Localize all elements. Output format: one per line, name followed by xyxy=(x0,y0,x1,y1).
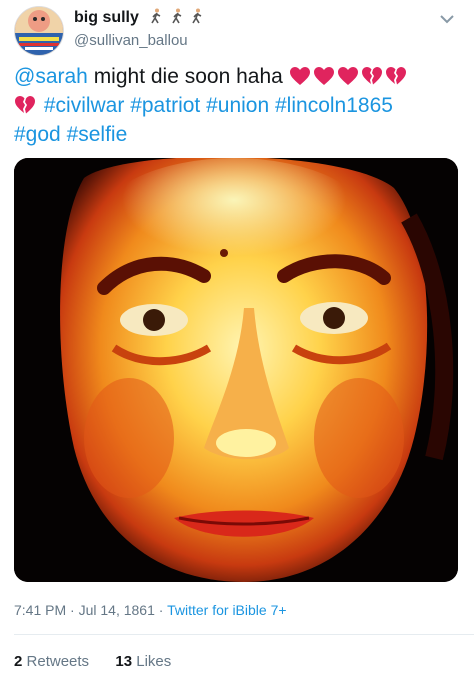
hashtag-link[interactable]: #patriot xyxy=(130,94,200,117)
man-walking-icon xyxy=(190,8,204,24)
man-walking-icon xyxy=(149,8,163,24)
retweets-stat[interactable]: 2 Retweets xyxy=(14,653,93,670)
meta-separator: · xyxy=(158,602,164,618)
chevron-down-icon[interactable] xyxy=(438,12,456,26)
tweet-body-text: might die soon haha xyxy=(87,65,289,88)
divider xyxy=(14,634,474,635)
red-heart-icon xyxy=(313,65,335,85)
name-block: big sully @sullivan_ballou xyxy=(74,8,206,51)
avatar-image xyxy=(15,7,63,55)
tweet-time[interactable]: 7:41 PM xyxy=(14,602,66,618)
user-handle[interactable]: @sullivan_ballou xyxy=(74,31,206,51)
tweet-date[interactable]: Jul 14, 1861 xyxy=(79,602,155,618)
selfie-image xyxy=(14,158,458,582)
tweet-stats: 2 Retweets 13 Likes xyxy=(14,652,171,672)
heart-emoji-row xyxy=(289,65,409,88)
tweet-photo[interactable] xyxy=(14,158,458,582)
mention-link[interactable]: @sarah xyxy=(14,65,88,88)
retweets-count: 2 xyxy=(14,653,23,670)
likes-stat[interactable]: 13 Likes xyxy=(115,653,171,670)
broken-heart-icon xyxy=(385,65,407,85)
display-name[interactable]: big sully xyxy=(74,9,139,26)
likes-label: Likes xyxy=(136,653,172,670)
hashtag-link[interactable]: #god xyxy=(14,123,61,146)
name-emoji-strip xyxy=(149,8,206,29)
hashtag-link[interactable]: #selfie xyxy=(67,123,128,146)
likes-count: 13 xyxy=(115,653,133,670)
broken-heart-icon xyxy=(14,94,36,114)
hashtag-link[interactable]: #union xyxy=(206,94,269,117)
man-walking-icon xyxy=(170,8,184,24)
retweets-label: Retweets xyxy=(26,653,90,670)
tweet-source-app[interactable]: Twitter for iBible 7+ xyxy=(167,602,286,618)
tweet-text: @sarah might die soon haha #civilwar #pa… xyxy=(14,62,464,149)
meta-separator: · xyxy=(70,602,75,618)
red-heart-icon xyxy=(337,65,359,85)
broken-heart-icon xyxy=(361,65,383,85)
hashtag-link[interactable]: #lincoln1865 xyxy=(275,94,393,117)
hashtag-link[interactable]: #civilwar xyxy=(44,94,125,117)
avatar[interactable] xyxy=(14,6,64,56)
red-heart-icon xyxy=(289,65,311,85)
tweet-header: big sully @sullivan_ballou xyxy=(14,6,460,56)
tweet-meta: 7:41 PM · Jul 14, 1861 · Twitter for iBi… xyxy=(14,600,287,620)
